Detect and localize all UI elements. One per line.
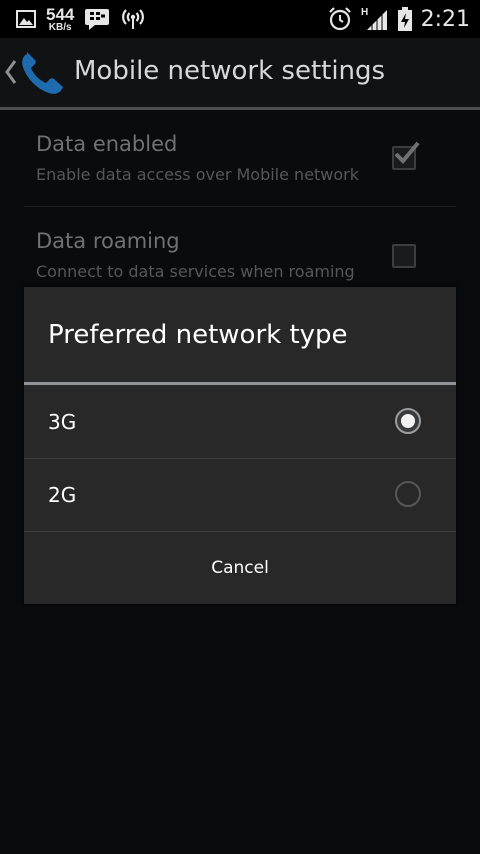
phone-icon[interactable] — [18, 50, 68, 96]
cancel-button[interactable]: Cancel — [24, 532, 456, 604]
setting-title: Data roaming — [36, 229, 180, 253]
clock: 2:21 — [420, 6, 470, 32]
image-icon — [16, 10, 36, 28]
status-bar: 544 KB/s H 2:21 — [0, 0, 480, 38]
dialog-title: Preferred network type — [48, 320, 348, 350]
setting-title: Data enabled — [36, 132, 178, 156]
status-bar-right: H 2:21 — [327, 0, 470, 38]
signal-icon: H — [361, 7, 387, 30]
battery-icon — [397, 7, 412, 31]
hotspot-icon — [122, 9, 145, 29]
radio-3g[interactable] — [395, 408, 421, 434]
option-label: 3G — [48, 410, 77, 434]
network-speed-unit: KB/s — [48, 21, 72, 33]
network-type-badge: H — [361, 7, 368, 18]
data-roaming-checkbox[interactable] — [392, 244, 416, 268]
network-speed-value: 544 — [46, 4, 75, 24]
status-bar-left: 544 KB/s — [16, 0, 146, 38]
option-2g[interactable]: 2G — [24, 459, 456, 531]
option-3g[interactable]: 3G — [24, 386, 456, 458]
back-chevron-icon[interactable] — [4, 58, 18, 86]
network-speed: 544 KB/s — [46, 6, 74, 33]
preferred-network-dialog: Preferred network type 3G 2G Cancel — [24, 287, 456, 604]
setting-data-enabled[interactable]: Data enabled Enable data access over Mob… — [24, 110, 456, 206]
data-enabled-checkbox[interactable] — [392, 141, 420, 170]
page-title: Mobile network settings — [74, 56, 386, 86]
action-bar: Mobile network settings — [0, 38, 480, 110]
setting-summary: Connect to data services when roaming — [36, 262, 355, 281]
checkmark-icon — [394, 141, 420, 164]
bbm-icon — [85, 9, 110, 30]
dialog-title-divider — [24, 382, 456, 385]
option-label: 2G — [48, 483, 77, 507]
alarm-icon — [328, 7, 351, 31]
setting-summary: Enable data access over Mobile network — [36, 165, 360, 184]
radio-2g[interactable] — [395, 481, 421, 507]
